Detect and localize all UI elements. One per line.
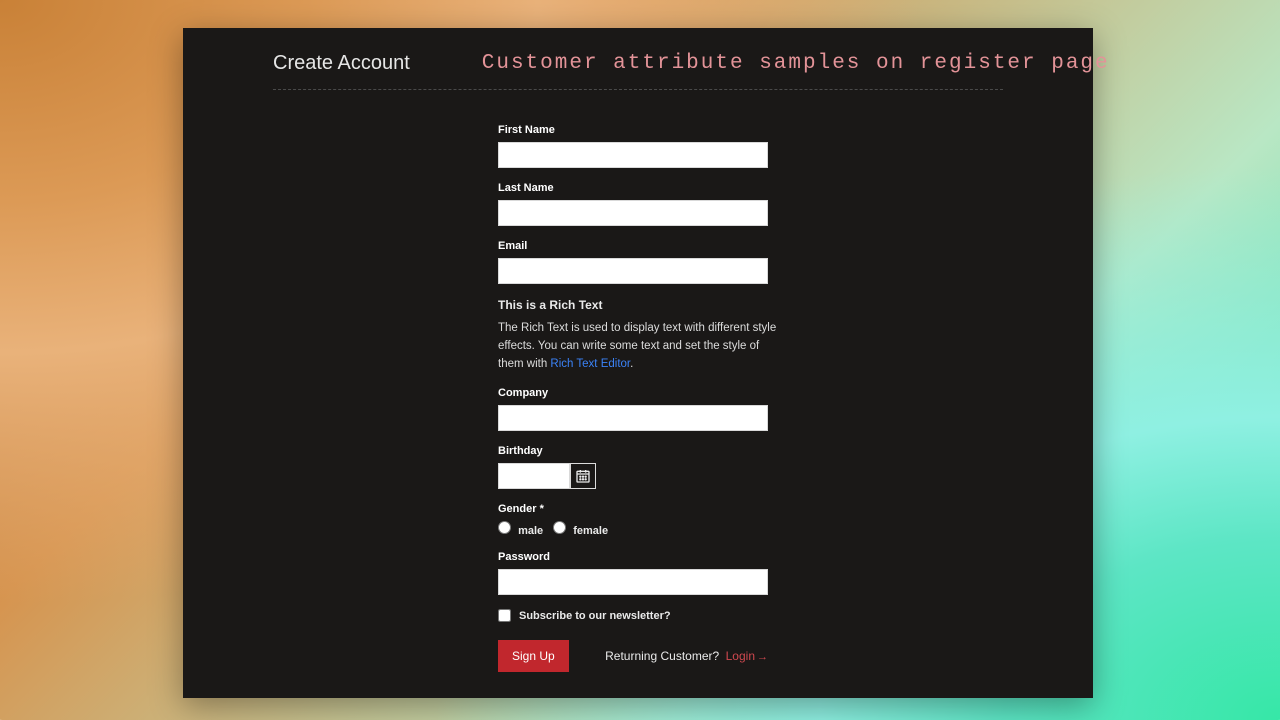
password-field: Password xyxy=(498,551,778,595)
company-label: Company xyxy=(498,387,778,399)
rich-text-block: This is a Rich Text The Rich Text is use… xyxy=(498,298,778,373)
last-name-input[interactable] xyxy=(498,200,768,226)
form-actions: Sign Up Returning Customer? Login→ xyxy=(498,640,768,672)
birthday-input[interactable] xyxy=(498,463,570,489)
first-name-label: First Name xyxy=(498,124,778,136)
calendar-icon xyxy=(575,468,591,484)
returning-customer-block: Returning Customer? Login→ xyxy=(605,647,768,665)
returning-customer-text: Returning Customer? xyxy=(605,649,719,663)
gender-male-label: male xyxy=(518,525,543,537)
email-field: Email xyxy=(498,240,778,284)
company-field: Company xyxy=(498,387,778,431)
company-input[interactable] xyxy=(498,405,768,431)
newsletter-checkbox[interactable] xyxy=(498,609,511,622)
rich-text-body: The Rich Text is used to display text wi… xyxy=(498,320,778,373)
email-input[interactable] xyxy=(498,258,768,284)
password-input[interactable] xyxy=(498,569,768,595)
gender-female-radio[interactable] xyxy=(553,521,566,534)
arrow-right-icon: → xyxy=(757,651,768,663)
page-title: Create Account xyxy=(273,52,410,75)
panel-header: Create Account Customer attribute sample… xyxy=(183,28,1093,75)
birthday-label: Birthday xyxy=(498,445,778,457)
last-name-label: Last Name xyxy=(498,182,778,194)
password-label: Password xyxy=(498,551,778,563)
gender-label: Gender * xyxy=(498,503,778,515)
gender-options: male female xyxy=(498,521,778,537)
rich-text-suffix: . xyxy=(630,358,633,370)
header-divider xyxy=(273,89,1003,90)
newsletter-row: Subscribe to our newsletter? xyxy=(498,609,778,622)
last-name-field: Last Name xyxy=(498,182,778,226)
birthday-field: Birthday xyxy=(498,445,778,489)
sign-up-button[interactable]: Sign Up xyxy=(498,640,569,672)
gender-male-radio[interactable] xyxy=(498,521,511,534)
rich-text-heading: This is a Rich Text xyxy=(498,298,778,312)
first-name-field: First Name xyxy=(498,124,778,168)
gender-female-label: female xyxy=(573,525,608,537)
desktop-wallpaper: Create Account Customer attribute sample… xyxy=(0,0,1280,720)
gender-female-option[interactable]: female xyxy=(553,521,608,537)
email-label: Email xyxy=(498,240,778,252)
newsletter-label: Subscribe to our newsletter? xyxy=(519,610,671,622)
gender-field: Gender * male female xyxy=(498,503,778,537)
register-form-panel: Create Account Customer attribute sample… xyxy=(183,28,1093,698)
rich-text-prefix: The Rich Text is used to display text wi… xyxy=(498,322,776,370)
login-link[interactable]: Login xyxy=(726,649,755,663)
rich-text-editor-link[interactable]: Rich Text Editor xyxy=(550,358,630,370)
first-name-input[interactable] xyxy=(498,142,768,168)
page-subtitle: Customer attribute samples on register p… xyxy=(482,52,1110,75)
birthday-row xyxy=(498,463,778,489)
gender-male-option[interactable]: male xyxy=(498,521,543,537)
calendar-button[interactable] xyxy=(570,463,596,489)
register-form: First Name Last Name Email This is a Ric… xyxy=(498,124,778,672)
